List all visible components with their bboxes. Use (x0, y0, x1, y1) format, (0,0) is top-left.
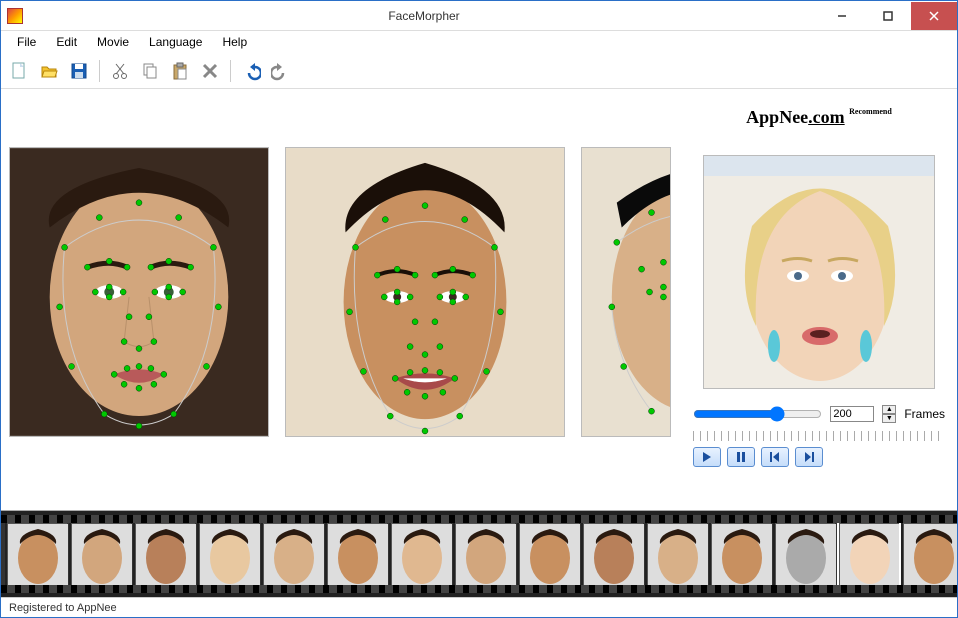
undo-button[interactable] (237, 57, 265, 85)
menu-movie[interactable]: Movie (89, 33, 137, 51)
app-icon (7, 8, 23, 24)
toolbar (1, 53, 957, 89)
face-image-1[interactable] (9, 147, 269, 437)
save-button[interactable] (65, 57, 93, 85)
main-horizontal-scrollbar[interactable] (9, 501, 673, 502)
menu-language[interactable]: Language (141, 33, 210, 51)
frames-input[interactable] (830, 406, 874, 422)
frames-spin-down[interactable]: ▼ (882, 414, 896, 423)
pause-button[interactable] (727, 447, 755, 467)
filmstrip-thumb[interactable] (455, 523, 515, 585)
skip-start-button[interactable] (761, 447, 789, 467)
close-button[interactable] (911, 2, 957, 30)
filmstrip[interactable] (1, 510, 957, 597)
paste-button[interactable] (166, 57, 194, 85)
copy-button[interactable] (136, 57, 164, 85)
menu-edit[interactable]: Edit (48, 33, 85, 51)
open-button[interactable] (35, 57, 63, 85)
statusbar: Registered to AppNee (1, 597, 957, 617)
face-image-3[interactable] (581, 147, 671, 437)
filmstrip-thumb[interactable] (583, 523, 643, 585)
frames-label: Frames (904, 407, 945, 421)
window-title: FaceMorpher (29, 9, 819, 23)
logo: AppNee.com Recommend (693, 107, 945, 137)
filmstrip-thumb[interactable] (71, 523, 131, 585)
filmstrip-thumb[interactable] (263, 523, 323, 585)
filmstrip-thumb[interactable] (775, 523, 835, 585)
filmstrip-thumb[interactable] (519, 523, 579, 585)
new-button[interactable] (5, 57, 33, 85)
right-panel: AppNee.com Recommend (681, 89, 957, 510)
maximize-button[interactable] (865, 2, 911, 30)
main-canvas-area (1, 89, 681, 510)
filmstrip-thumb[interactable] (135, 523, 195, 585)
titlebar: FaceMorpher (1, 1, 957, 31)
cut-button[interactable] (106, 57, 134, 85)
filmstrip-thumb[interactable] (391, 523, 451, 585)
filmstrip-thumb[interactable] (903, 523, 957, 585)
timeline-ticks (693, 431, 945, 441)
status-text: Registered to AppNee (9, 602, 117, 614)
face-image-2[interactable] (285, 147, 565, 437)
filmstrip-thumb[interactable] (327, 523, 387, 585)
play-button[interactable] (693, 447, 721, 467)
preview-image (703, 155, 935, 389)
frames-slider[interactable] (693, 406, 822, 422)
filmstrip-thumb[interactable] (647, 523, 707, 585)
filmstrip-thumb[interactable] (199, 523, 259, 585)
menubar: File Edit Movie Language Help (1, 31, 957, 53)
minimize-button[interactable] (819, 2, 865, 30)
delete-button[interactable] (196, 57, 224, 85)
filmstrip-thumb[interactable] (839, 523, 899, 585)
redo-button[interactable] (267, 57, 295, 85)
filmstrip-thumb[interactable] (711, 523, 771, 585)
menu-help[interactable]: Help (214, 33, 255, 51)
skip-end-button[interactable] (795, 447, 823, 467)
frames-spin-up[interactable]: ▲ (882, 405, 896, 414)
menu-file[interactable]: File (9, 33, 44, 51)
filmstrip-thumb[interactable] (7, 523, 67, 585)
